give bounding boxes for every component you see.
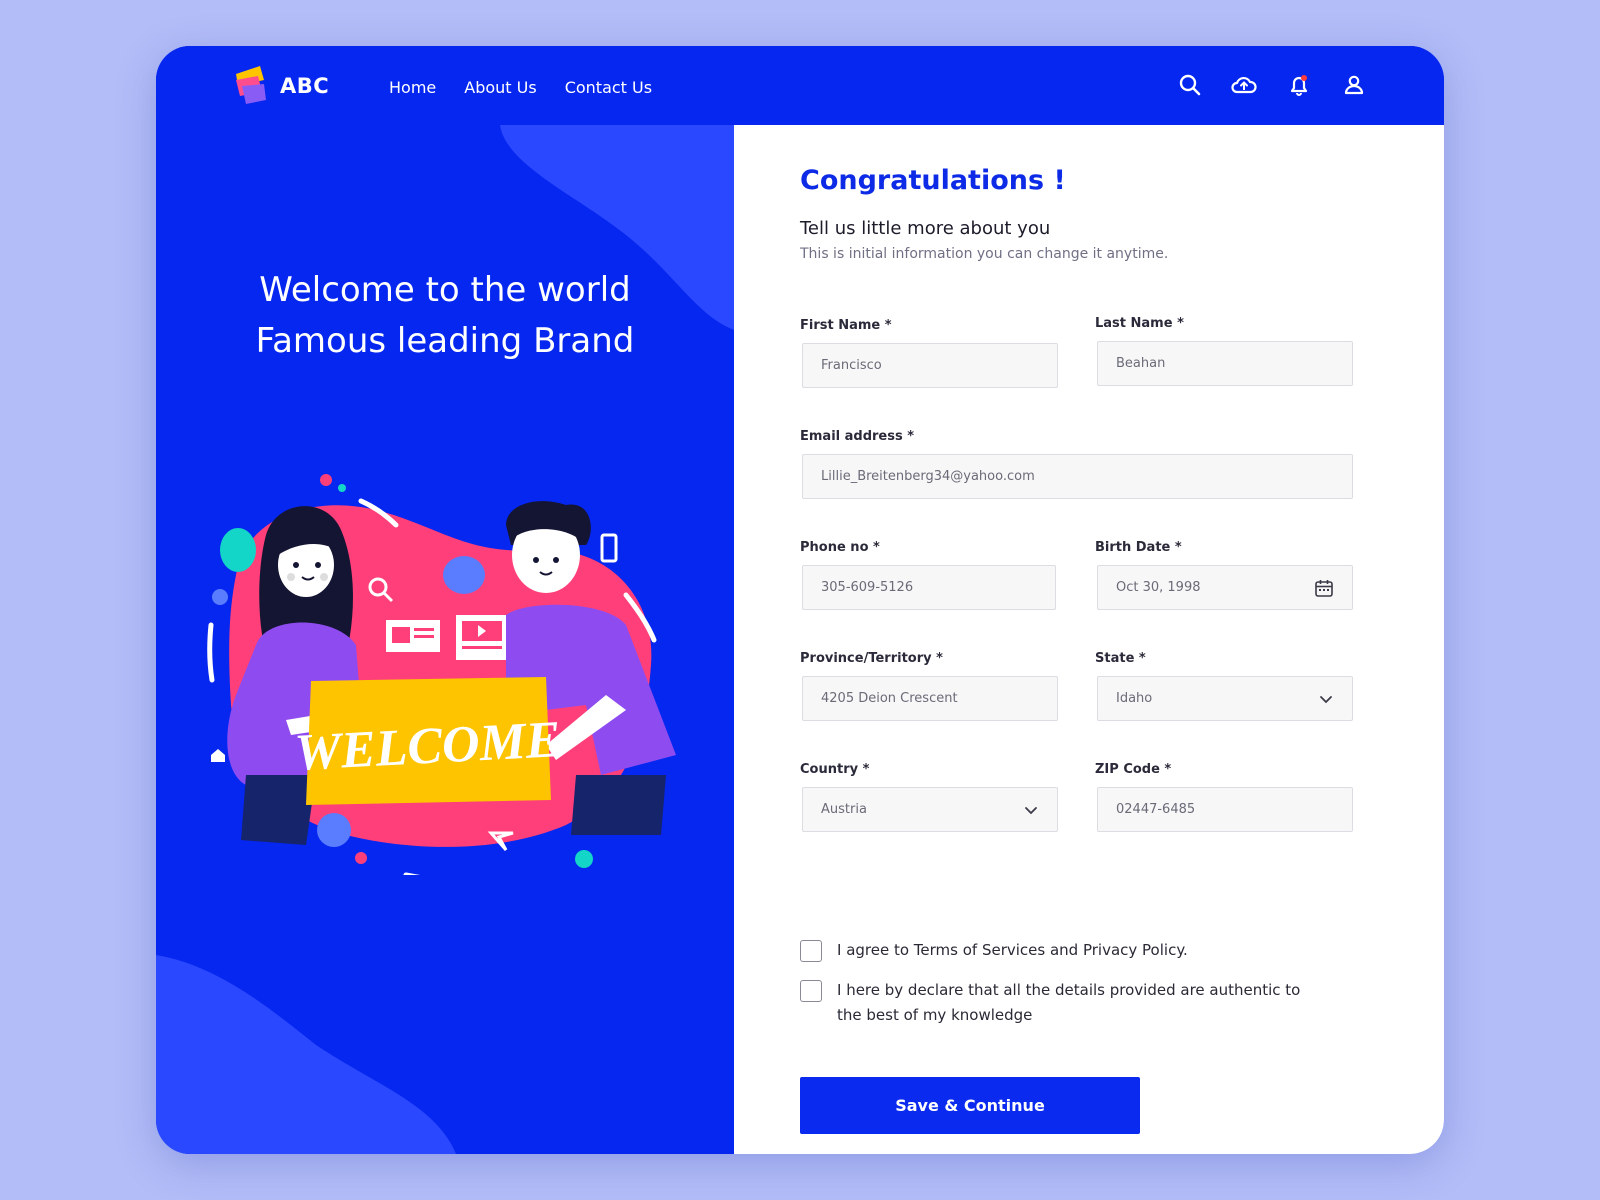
main-nav: Home About Us Contact Us: [389, 78, 652, 97]
terms-checkbox[interactable]: [800, 940, 822, 962]
nav-home[interactable]: Home: [389, 78, 436, 97]
last-name-label: Last Name *: [1095, 316, 1184, 331]
state-value: Idaho: [1116, 691, 1153, 706]
hero-headline: Welcome to the world Famous leading Bran…: [156, 265, 734, 367]
zip-code-input[interactable]: [1097, 787, 1353, 832]
user-icon[interactable]: [1339, 70, 1369, 100]
country-select[interactable]: Austria: [802, 787, 1058, 832]
brand-logo-icon: [236, 66, 266, 104]
declare-checkbox-row: I here by declare that all the details p…: [800, 980, 1327, 1028]
hero-headline-line-1: Welcome to the world: [259, 270, 631, 310]
email-label: Email address *: [800, 429, 915, 444]
declare-checkbox-label: I here by declare that all the details p…: [837, 981, 1301, 1024]
app-window: ABC Home About Us Contact Us Welcome to …: [156, 46, 1444, 1154]
brand-name: ABC: [280, 74, 330, 98]
hero-panel: Welcome to the world Famous leading Bran…: [156, 125, 734, 1154]
search-icon[interactable]: [1175, 70, 1205, 100]
country-label: Country *: [800, 762, 870, 777]
form-description: This is initial information you can chan…: [800, 246, 1169, 262]
chevron-down-icon: [1320, 695, 1332, 703]
birth-date-label: Birth Date *: [1095, 540, 1182, 555]
terms-checkbox-row: I agree to Terms of Services and Privacy…: [800, 940, 1327, 963]
zip-code-label: ZIP Code *: [1095, 762, 1172, 777]
state-select[interactable]: Idaho: [1097, 676, 1353, 721]
profile-form-panel: Congratulations ! Tell us little more ab…: [734, 125, 1444, 1154]
bell-icon[interactable]: [1284, 70, 1314, 100]
birth-date-picker[interactable]: Oct 30, 1998: [1097, 565, 1353, 610]
first-name-label: First Name *: [800, 318, 892, 333]
nav-about-us[interactable]: About Us: [464, 78, 536, 97]
email-input[interactable]: [802, 454, 1353, 499]
province-input[interactable]: [802, 676, 1058, 721]
nav-contact-us[interactable]: Contact Us: [565, 78, 652, 97]
country-value: Austria: [821, 802, 867, 817]
first-name-input[interactable]: [802, 343, 1058, 388]
calendar-icon[interactable]: [1314, 578, 1334, 598]
birth-date-value: Oct 30, 1998: [1116, 580, 1201, 595]
save-continue-button[interactable]: Save & Continue: [800, 1077, 1140, 1134]
top-navbar: ABC Home About Us Contact Us: [156, 46, 1444, 125]
province-label: Province/Territory *: [800, 651, 943, 666]
declare-checkbox[interactable]: [800, 980, 822, 1002]
chevron-down-icon: [1025, 806, 1037, 814]
terms-checkbox-label: I agree to Terms of Services and Privacy…: [837, 941, 1188, 959]
form-subtitle: Tell us little more about you: [800, 218, 1051, 239]
hero-headline-line-2: Famous leading Brand: [255, 321, 635, 361]
welcome-illustration: WELCOME: [207, 474, 676, 875]
phone-label: Phone no *: [800, 540, 880, 555]
last-name-input[interactable]: [1097, 341, 1353, 386]
phone-input[interactable]: [802, 565, 1056, 610]
cloud-upload-icon[interactable]: [1229, 70, 1259, 100]
form-title: Congratulations !: [800, 165, 1066, 196]
state-label: State *: [1095, 651, 1146, 666]
